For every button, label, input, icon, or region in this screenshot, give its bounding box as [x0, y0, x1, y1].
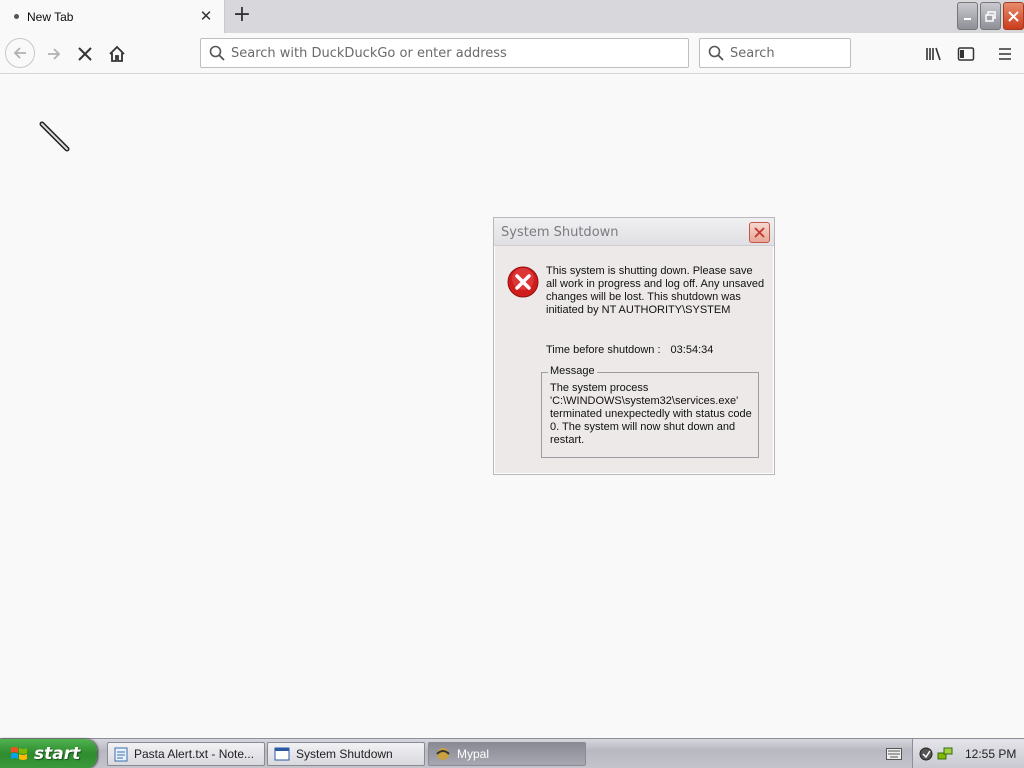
loading-dot-icon [14, 14, 19, 19]
url-input[interactable]: Search with DuckDuckGo or enter address [200, 38, 689, 68]
url-placeholder: Search with DuckDuckGo or enter address [231, 45, 507, 61]
dialog-close-button[interactable] [749, 222, 770, 243]
taskbar-item-label: Pasta Alert.txt - Note... [134, 747, 255, 761]
pen-cursor-icon [39, 121, 70, 152]
message-groupbox: Message The system process 'C:\WINDOWS\s… [541, 365, 759, 458]
error-icon [507, 266, 539, 298]
close-icon [754, 227, 765, 238]
menu-button[interactable] [991, 40, 1019, 68]
library-button[interactable] [920, 40, 948, 68]
close-icon [1008, 10, 1019, 22]
keyboard-icon[interactable] [886, 748, 902, 760]
home-icon [109, 45, 125, 62]
taskbar-item-system-shutdown[interactable]: System Shutdown [267, 742, 425, 766]
home-button[interactable] [103, 40, 131, 68]
countdown-row: Time before shutdown : 03:54:34 [546, 344, 713, 356]
minimize-icon [963, 18, 971, 20]
search-icon [209, 45, 225, 61]
system-tray: 12:55 PM [912, 739, 1024, 768]
library-icon [926, 47, 941, 61]
windows-flag-icon [11, 747, 27, 760]
security-shield-icon[interactable] [919, 747, 933, 761]
shutdown-dialog: System Shutdown This system is shutting … [493, 217, 775, 475]
search-icon [708, 45, 724, 61]
hamburger-menu-icon [999, 48, 1011, 60]
dialog-titlebar[interactable]: System Shutdown [494, 218, 774, 246]
stop-button[interactable] [71, 40, 99, 68]
window-close-button[interactable] [1003, 2, 1024, 30]
shutdown-message: This system is shutting down. Please sav… [546, 265, 765, 316]
network-icon[interactable] [937, 747, 953, 761]
taskbar-item-label: Mypal [457, 747, 490, 761]
back-button[interactable] [5, 38, 35, 68]
forward-button[interactable] [40, 40, 68, 68]
tab-strip: New Tab ✕ + [0, 0, 1024, 33]
message-groupbox-label: Message [548, 365, 597, 377]
restore-icon [985, 10, 996, 22]
message-detail: The system process 'C:\WINDOWS\system32\… [550, 382, 752, 446]
start-label: start [34, 744, 81, 764]
navigation-bar: Search with DuckDuckGo or enter address … [0, 33, 1024, 74]
taskbar-clock[interactable]: 12:55 PM [965, 747, 1016, 761]
new-tab-button[interactable]: + [230, 4, 254, 28]
window-icon [274, 747, 290, 761]
arrow-right-icon [48, 48, 61, 60]
search-input[interactable]: Search [699, 38, 851, 68]
notepad-icon [114, 747, 128, 762]
minimize-button[interactable] [957, 2, 978, 30]
taskbar-item-label: System Shutdown [296, 747, 393, 761]
sidebar-toggle-button[interactable] [952, 40, 980, 68]
stop-x-icon [78, 47, 92, 61]
taskbar-item-mypal[interactable]: Mypal [428, 742, 586, 766]
tab-close-icon[interactable]: ✕ [198, 8, 214, 24]
search-placeholder: Search [730, 45, 775, 61]
mypal-icon [436, 748, 450, 760]
taskbar: start Pasta Alert.txt - Note... System S… [0, 738, 1024, 768]
tab-new-tab[interactable]: New Tab ✕ [0, 0, 225, 33]
tab-title: New Tab [27, 9, 74, 24]
taskbar-item-notepad[interactable]: Pasta Alert.txt - Note... [107, 742, 265, 766]
arrow-left-icon [13, 47, 26, 59]
window-controls [957, 2, 1024, 30]
start-button[interactable]: start [0, 739, 97, 768]
countdown-value: 03:54:34 [670, 344, 714, 356]
restore-button[interactable] [980, 2, 1001, 30]
sidebar-icon [957, 47, 975, 61]
dialog-title: System Shutdown [501, 225, 619, 240]
countdown-label: Time before shutdown : [546, 344, 661, 356]
